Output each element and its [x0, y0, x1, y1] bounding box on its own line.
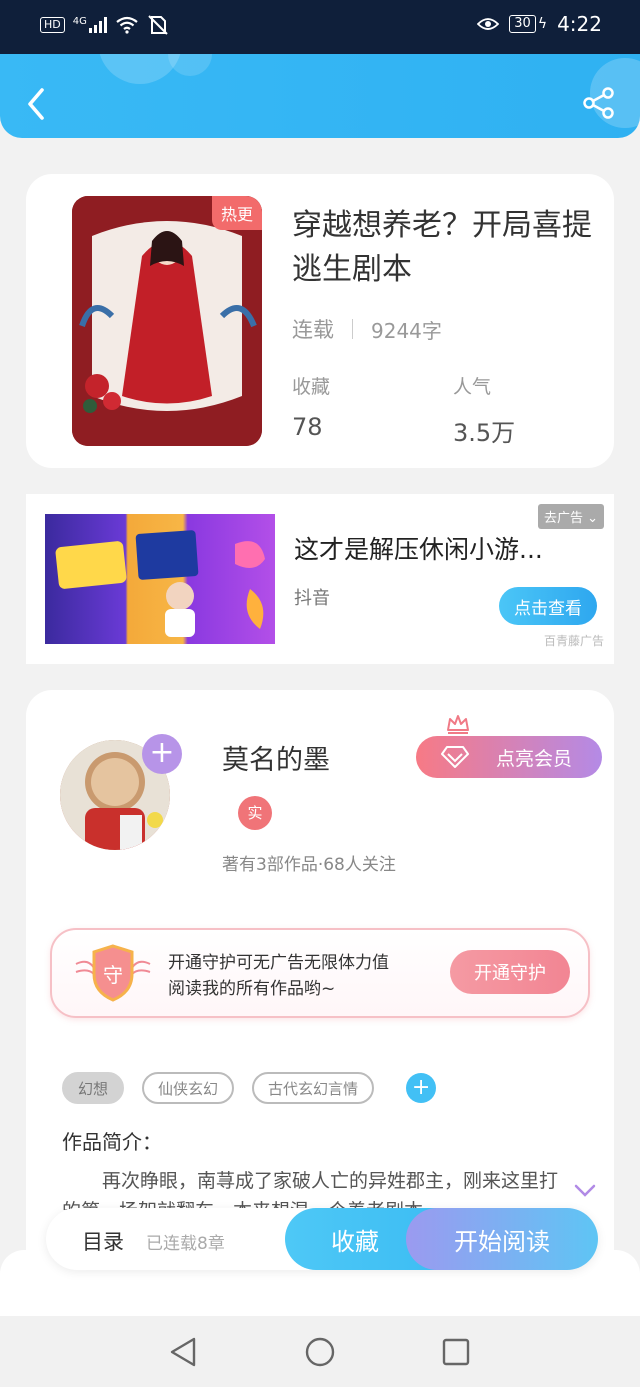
hot-update-badge: 热更: [211, 196, 262, 230]
tag-item[interactable]: 仙侠玄幻: [142, 1072, 235, 1104]
favorites-stat: 收藏 78: [292, 372, 330, 441]
vip-button[interactable]: 点亮会员: [416, 736, 602, 778]
popularity-value: 3.5万: [453, 419, 516, 447]
decor-bubble: [168, 54, 212, 76]
system-nav-bar: [0, 1316, 640, 1387]
status-left: HD 4G: [40, 14, 169, 36]
ad-illustration: [55, 530, 265, 637]
intro-text: 再次睁眼，南荨成了家破人亡的异姓郡主，刚来这里打的第一场架就翻车，本来想混一个养…: [62, 1170, 559, 1210]
header: [0, 54, 640, 138]
chapter-count[interactable]: 已连载8章: [146, 1229, 225, 1254]
guard-text-line2: 阅读我的所有作品哟~: [168, 979, 336, 999]
guard-shield-icon: 守: [75, 944, 151, 1002]
hd-indicator: HD: [40, 17, 65, 33]
nav-back-icon[interactable]: [168, 1336, 198, 1368]
network-indicator: 4G: [72, 15, 87, 27]
status-bar: HD 4G 30 ϟ 4:22: [0, 0, 640, 54]
nav-home-icon[interactable]: [305, 1337, 335, 1367]
author-name[interactable]: 莫名的墨: [222, 738, 330, 777]
status-right: 30 ϟ 4:22: [477, 12, 602, 36]
ad-title[interactable]: 这才是解压休闲小游...: [294, 530, 543, 566]
action-bar: 目录 已连载8章 收藏 开始阅读: [46, 1208, 598, 1270]
favorites-label: 收藏: [292, 376, 331, 398]
eye-comfort-icon: [477, 18, 500, 30]
remove-ad-button[interactable]: 去广告 ⌄: [537, 504, 604, 529]
share-button[interactable]: [582, 86, 616, 120]
signal-icon: [88, 17, 107, 33]
wifi-icon: [116, 16, 138, 34]
book-cover[interactable]: 热更: [72, 196, 262, 446]
remove-ad-label: 去广告: [543, 511, 583, 526]
cover-illustration: [72, 196, 262, 446]
chevron-down-icon: ⌄: [587, 511, 598, 526]
start-reading-button[interactable]: 开始阅读: [406, 1208, 598, 1270]
diamond-icon: [441, 746, 469, 768]
toc-button[interactable]: 目录: [82, 1226, 124, 1256]
author-stats: 著有3部作品·68人关注: [222, 855, 396, 875]
nav-recent-icon[interactable]: [442, 1338, 470, 1366]
popularity-stat: 人气 3.5万: [453, 372, 515, 448]
ad-banner[interactable]: 去广告 ⌄ 这才是解压休闲小游... 抖音 点击查看 百青藤广告: [26, 494, 614, 664]
author-card: + 莫名的墨 实 著有3部作品·68人关注 点亮会员 守 开通守护可无广告无限体…: [26, 690, 614, 1290]
tag-item[interactable]: 古代玄幻言情: [252, 1072, 375, 1104]
guard-promo: 守 开通守护可无广告无限体力值 阅读我的所有作品哟~ 开通守护: [50, 928, 590, 1018]
meta-divider: [352, 319, 353, 339]
ad-image[interactable]: [45, 514, 275, 644]
vip-button-label: 点亮会员: [495, 747, 572, 770]
charging-icon: ϟ: [537, 16, 548, 32]
clock: 4:22: [557, 12, 602, 36]
guard-icon-char: 守: [103, 963, 123, 987]
crown-icon: [447, 715, 469, 734]
ad-provider: 百青藤广告: [543, 634, 604, 648]
favorites-value: 78: [292, 413, 323, 441]
serial-status: 连载: [292, 318, 334, 342]
ad-view-button[interactable]: 点击查看: [499, 587, 597, 625]
battery-indicator: 30: [509, 15, 536, 33]
ad-source: 抖音: [294, 588, 330, 609]
expand-chevron-icon[interactable]: [574, 1184, 596, 1198]
open-guard-button[interactable]: 开通守护: [450, 950, 570, 994]
book-meta: 连载 9244字: [292, 314, 442, 344]
guard-text: 开通守护可无广告无限体力值 阅读我的所有作品哟~: [168, 950, 389, 1002]
word-count: 9244字: [371, 318, 442, 343]
book-title: 穿越想养老？开局喜提逃生剧本: [292, 208, 592, 287]
back-button[interactable]: [18, 84, 54, 124]
book-info-card: 热更 穿越想养老？开局喜提逃生剧本 连载 9244字 收藏 78 人气 3.5万: [26, 174, 614, 468]
no-sim-icon: [148, 15, 168, 35]
tag-item[interactable]: 幻想: [62, 1072, 125, 1104]
intro-title: 作品简介：: [62, 1130, 162, 1154]
verified-badge: 实: [238, 796, 272, 830]
follow-author-button[interactable]: +: [142, 734, 182, 774]
popularity-label: 人气: [453, 376, 492, 398]
add-tag-button[interactable]: +: [406, 1073, 437, 1103]
tag-list: 幻想 仙侠玄幻 古代玄幻言情 +: [62, 1072, 437, 1104]
guard-text-line1: 开通守护可无广告无限体力值: [168, 953, 389, 973]
